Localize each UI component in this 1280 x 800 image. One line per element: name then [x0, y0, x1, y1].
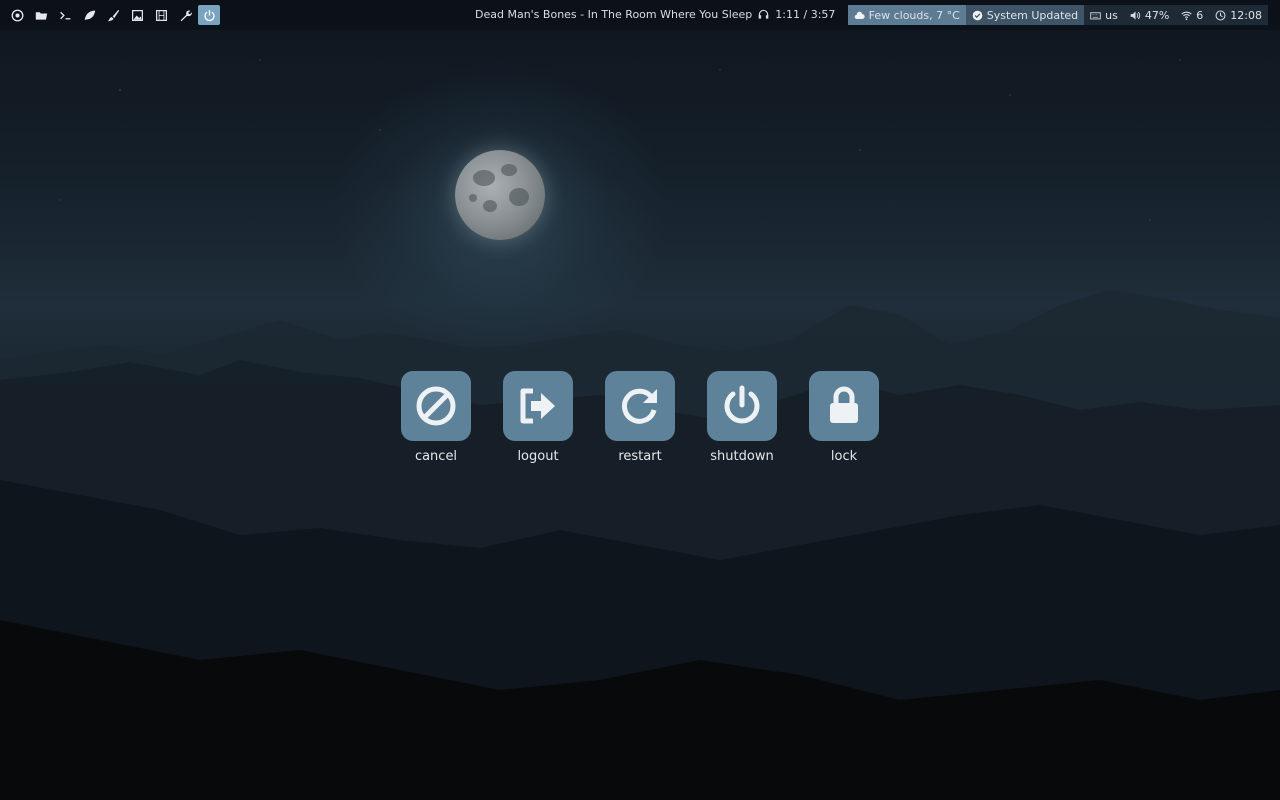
- shutdown-action: shutdown: [707, 371, 777, 464]
- clock-text: 12:08: [1230, 8, 1262, 22]
- shutdown-button[interactable]: [707, 371, 777, 441]
- launcher-bar: [6, 5, 220, 25]
- wifi-icon: [1181, 11, 1192, 20]
- film-icon[interactable]: [150, 5, 172, 25]
- power-icon[interactable]: [198, 5, 220, 25]
- paintbrush-icon[interactable]: [102, 5, 124, 25]
- weather-text: Few clouds, 7 °C: [868, 8, 960, 22]
- track-time: 1:11 / 3:57: [775, 8, 836, 21]
- volume-text: 47%: [1144, 8, 1170, 22]
- weather-widget[interactable]: Few clouds, 7 °C: [847, 5, 966, 25]
- folder-icon[interactable]: [30, 5, 52, 25]
- lock-action: lock: [809, 371, 879, 464]
- updates-text: System Updated: [986, 8, 1079, 22]
- cancel-label: cancel: [414, 449, 458, 464]
- restart-icon: [621, 388, 657, 424]
- shutdown-icon: [724, 385, 760, 424]
- terminal-icon[interactable]: [54, 5, 76, 25]
- shutdown-label: shutdown: [710, 449, 774, 464]
- restart-label: restart: [618, 449, 662, 464]
- cancel-button[interactable]: [401, 371, 471, 441]
- updates-widget[interactable]: System Updated: [965, 5, 1085, 25]
- lock-button[interactable]: [809, 371, 879, 441]
- keyboard-layout-text: us: [1105, 8, 1118, 22]
- wrench-icon[interactable]: [174, 5, 196, 25]
- track-title: Dead Man's Bones - In The Room Where You…: [475, 8, 753, 21]
- clock-icon: [1215, 10, 1226, 20]
- leaf-icon[interactable]: [78, 5, 100, 25]
- chrome-icon[interactable]: [6, 5, 28, 25]
- system-tray: Few clouds, 7 °C System Updated us 47% 6…: [847, 5, 1268, 25]
- now-playing[interactable]: Dead Man's Bones - In The Room Where You…: [475, 8, 835, 21]
- cancel-icon: [416, 386, 456, 426]
- top-panel: Dead Man's Bones - In The Room Where You…: [0, 0, 1280, 30]
- volume-icon: [1130, 10, 1140, 20]
- headphones-icon: [758, 9, 769, 19]
- restart-action: restart: [605, 371, 675, 464]
- wifi-text: 6: [1196, 8, 1204, 22]
- restart-button[interactable]: [605, 371, 675, 441]
- wifi-widget[interactable]: 6: [1175, 5, 1210, 25]
- logout-icon: [520, 388, 555, 424]
- image-icon[interactable]: [126, 5, 148, 25]
- logout-button[interactable]: [503, 371, 573, 441]
- cloud-icon: [854, 11, 865, 19]
- cancel-action: cancel: [401, 371, 471, 464]
- volume-widget[interactable]: 47%: [1123, 5, 1176, 25]
- keyboard-layout-widget[interactable]: us: [1084, 5, 1124, 25]
- check-circle-icon: [972, 10, 983, 20]
- logout-dialog: cancel logout restart shutdown lock: [401, 371, 879, 464]
- logout-label: logout: [517, 449, 559, 464]
- logout-action: logout: [503, 371, 573, 464]
- clock-widget[interactable]: 12:08: [1209, 5, 1268, 25]
- lock-icon: [830, 386, 858, 423]
- lock-label: lock: [830, 449, 858, 464]
- keyboard-icon: [1090, 11, 1101, 19]
